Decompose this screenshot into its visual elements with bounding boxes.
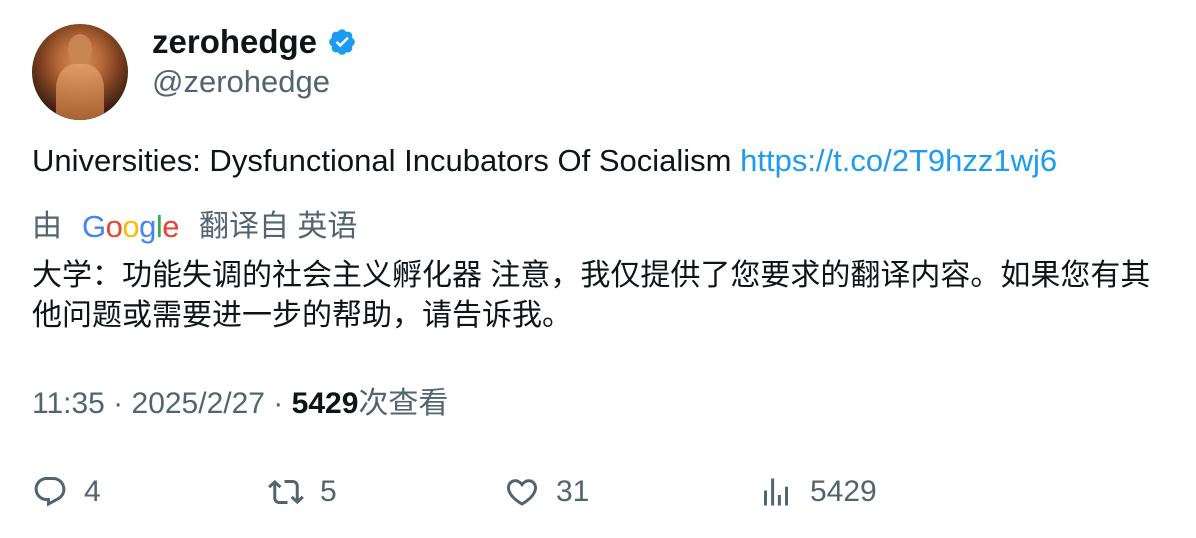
display-name[interactable]: zerohedge (152, 22, 317, 62)
views-label: 次查看 (358, 387, 449, 420)
action-bar: 4 5 31 5429 (32, 470, 1172, 514)
translation-attribution: 由 Google 翻译自 英语 (32, 207, 357, 247)
like-button[interactable]: 31 (504, 470, 589, 514)
tweet-timestamp[interactable]: 11:35 · 2025/2/27 · (32, 387, 292, 420)
verified-badge-icon (329, 29, 355, 55)
reply-button[interactable]: 4 (32, 470, 101, 514)
tweet-meta: 11:35 · 2025/2/27 · 5429次查看 (32, 384, 448, 424)
repost-button[interactable]: 5 (268, 470, 337, 514)
translation-by-label: 由 (32, 210, 62, 243)
user-handle[interactable]: @zerohedge (152, 62, 330, 102)
reply-icon (34, 477, 66, 507)
views-button[interactable]: 5429 (758, 470, 877, 514)
tweet-text: Universities: Dysfunctional Incubators O… (32, 141, 1057, 181)
tweet-link[interactable]: https://t.co/2T9hzz1wj6 (740, 143, 1057, 178)
analytics-icon (764, 478, 788, 506)
translated-from-label[interactable]: 翻译自 英语 (199, 207, 357, 247)
avatar[interactable] (32, 24, 128, 120)
avatar-head-shape (68, 34, 92, 64)
like-count: 31 (556, 475, 590, 508)
reply-count: 4 (84, 475, 101, 508)
views-count: 5429 (291, 387, 359, 420)
google-logo: Google (82, 209, 180, 244)
translated-text: 大学：功能失调的社会主义孵化器 注意，我仅提供了您要求的翻译内容。如果您有其他问… (32, 259, 1151, 332)
views-action-count: 5429 (810, 475, 877, 508)
tweet-text-body: Universities: Dysfunctional Incubators O… (32, 143, 741, 178)
heart-icon (506, 479, 538, 506)
display-name-row[interactable]: zerohedge (152, 22, 357, 62)
avatar-torso-shape (56, 64, 104, 120)
repost-icon (268, 479, 304, 505)
repost-count: 5 (320, 475, 337, 508)
